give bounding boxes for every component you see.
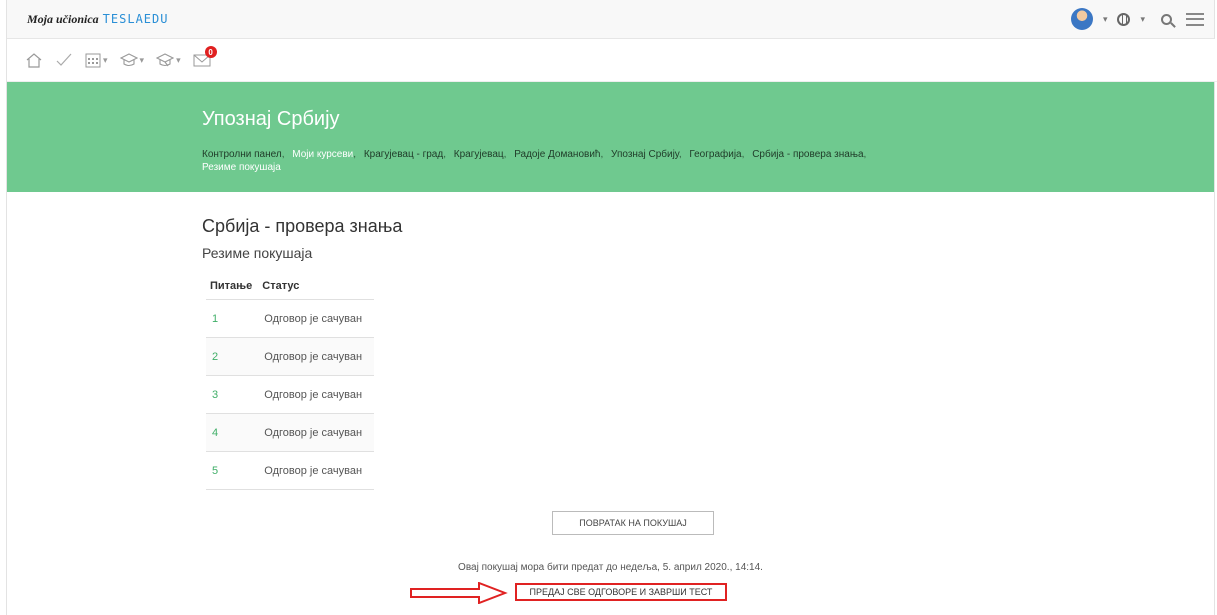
globe-icon[interactable] bbox=[1117, 12, 1131, 26]
messages-icon[interactable]: 0 bbox=[193, 46, 225, 67]
user-controls: ▾ ▾ bbox=[1070, 8, 1204, 30]
quiz-summary: Србија - провера знања Резиме покушаја П… bbox=[202, 216, 402, 490]
search-icon[interactable] bbox=[1161, 13, 1172, 25]
breadcrumb-item[interactable]: Упознај Србију, bbox=[611, 149, 687, 160]
page-header-banner: Упознај Србију Контролни панел, Моји кур… bbox=[7, 82, 1214, 192]
logo-script-text: Moja učionica bbox=[27, 11, 99, 26]
deadline-notice: Овај покушај мора бити предат до недеља,… bbox=[458, 562, 763, 573]
breadcrumb-item[interactable]: Контролни панел, bbox=[202, 149, 289, 160]
question-link[interactable]: 2 bbox=[206, 337, 259, 376]
table-row: 4 Одговор је сачуван bbox=[206, 413, 375, 452]
summary-table: Питање Статус 1 Одговор је сачуван 2 Одг… bbox=[206, 273, 375, 490]
question-status: Одговор је сачуван bbox=[258, 299, 375, 338]
question-link[interactable]: 3 bbox=[206, 375, 259, 414]
site-logo[interactable]: Moja učionica TESLAEDU bbox=[27, 9, 168, 29]
question-link[interactable]: 4 bbox=[206, 413, 259, 452]
breadcrumb-item[interactable]: Моји курсеви, bbox=[292, 149, 361, 160]
table-row: 1 Одговор је сачуван bbox=[206, 299, 375, 338]
question-status: Одговор је сачуван bbox=[258, 375, 375, 414]
return-to-attempt-button[interactable]: ПОВРАТАК НА ПОКУШАЈ bbox=[552, 511, 714, 535]
courses-caret-icon: ▾ bbox=[176, 54, 181, 65]
breadcrumb-item[interactable]: Радоје Домановић, bbox=[514, 149, 608, 160]
course-title: Упознај Србију bbox=[202, 108, 340, 130]
question-status: Одговор је сачуван bbox=[258, 337, 375, 376]
quiz-title: Србија - провера знања bbox=[202, 216, 403, 236]
table-row: 2 Одговор је сачуван bbox=[206, 337, 375, 376]
question-status: Одговор је сачуван bbox=[258, 413, 375, 452]
course-caret-icon: ▾ bbox=[139, 54, 145, 65]
breadcrumb-item[interactable]: Србија - провера знања, bbox=[752, 149, 871, 160]
menu-icon[interactable] bbox=[1186, 12, 1204, 26]
check-icon[interactable] bbox=[55, 52, 73, 68]
table-header-row: Питање Статус bbox=[206, 273, 375, 300]
top-navbar: Moja učionica TESLAEDU ▾ ▾ bbox=[7, 0, 1214, 39]
column-header-question: Питање bbox=[206, 273, 259, 300]
table-row: 5 Одговор је сачуван bbox=[206, 451, 375, 490]
summary-subtitle: Резиме покушаја bbox=[202, 245, 313, 261]
language-caret-icon[interactable]: ▾ bbox=[1140, 14, 1145, 25]
page-frame: Moja učionica TESLAEDU ▾ ▾ ▾ ▾ ▾ 0 Упозн… bbox=[6, 0, 1217, 615]
question-status: Одговор је сачуван bbox=[258, 451, 375, 490]
message-count-badge: 0 bbox=[204, 46, 217, 58]
submit-all-and-finish-button[interactable]: ПРЕДАЈ СВЕ ОДГОВОРЕ И ЗАВРШИ ТЕСТ bbox=[515, 583, 727, 601]
calendar-caret-icon: ▾ bbox=[103, 54, 108, 65]
breadcrumb-current: Резиме покушаја bbox=[202, 162, 281, 173]
user-menu-caret-icon[interactable]: ▾ bbox=[1103, 14, 1108, 25]
courses-icon[interactable]: ▾ bbox=[156, 53, 181, 67]
question-link[interactable]: 1 bbox=[206, 299, 259, 338]
breadcrumb-item[interactable]: Крагујевац - град, bbox=[364, 149, 451, 160]
breadcrumb-item[interactable]: Крагујевац, bbox=[454, 149, 512, 160]
course-icon[interactable]: ▾ bbox=[119, 53, 145, 67]
home-icon[interactable] bbox=[25, 52, 43, 68]
table-row: 3 Одговор је сачуван bbox=[206, 375, 375, 414]
logo-brand-text: TESLAEDU bbox=[102, 12, 169, 26]
red-arrow-annotation bbox=[410, 582, 508, 604]
breadcrumb: Контролни панел, Моји курсеви, Крагујева… bbox=[202, 148, 982, 174]
breadcrumb-item[interactable]: Географија, bbox=[689, 149, 749, 160]
calendar-icon[interactable]: ▾ bbox=[85, 52, 108, 68]
column-header-status: Статус bbox=[258, 273, 375, 300]
question-link[interactable]: 5 bbox=[206, 451, 259, 490]
avatar[interactable] bbox=[1070, 8, 1093, 30]
quick-toolbar: ▾ ▾ ▾ 0 bbox=[7, 39, 1217, 82]
